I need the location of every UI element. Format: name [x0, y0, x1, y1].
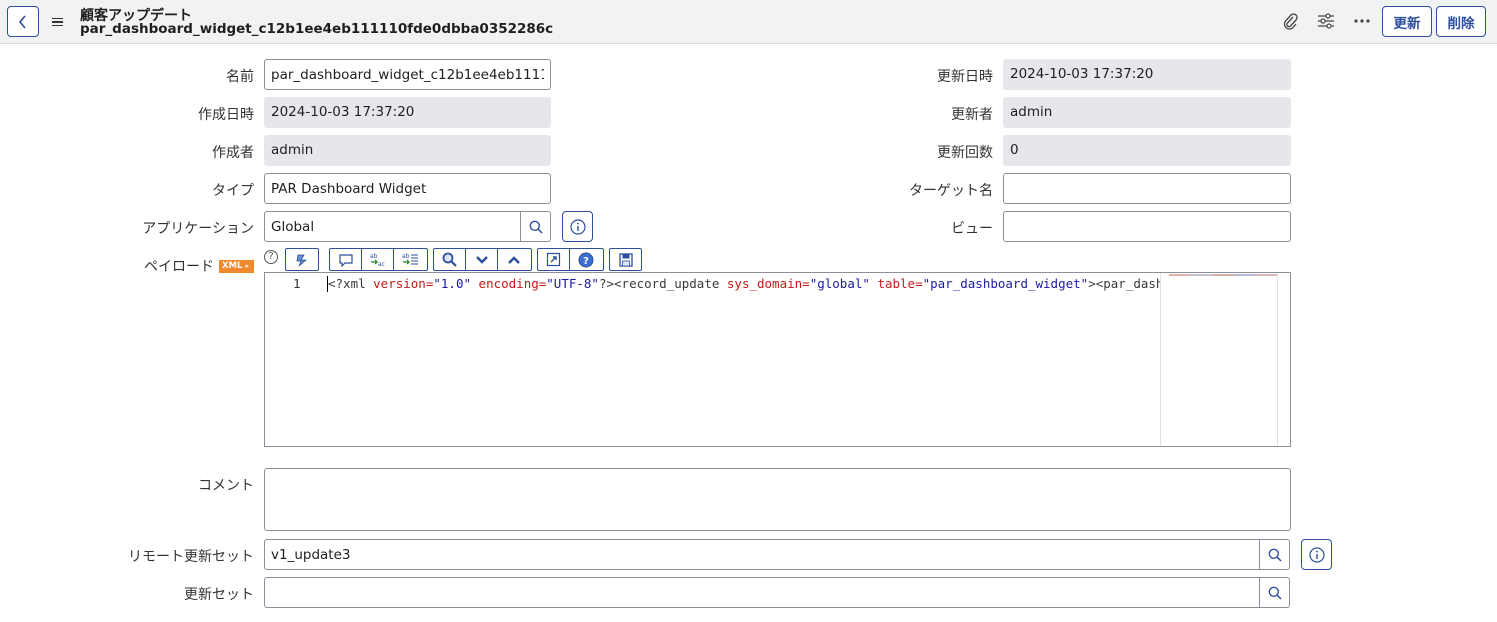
toolbar-group-format: [285, 248, 319, 271]
view-input[interactable]: [1003, 211, 1291, 242]
svg-text:ab: ab: [370, 253, 378, 260]
code-token: "1.0": [433, 276, 472, 291]
application-label: アプリケーション: [142, 221, 254, 237]
updated-field: 2024-10-03 17:37:20: [1003, 59, 1291, 90]
remote-update-set-search-button[interactable]: [1259, 539, 1290, 570]
code-line[interactable]: <?xml version="1.0" encoding="UTF-8"?><r…: [328, 276, 1160, 291]
update-button[interactable]: 更新: [1382, 6, 1432, 37]
record-name: par_dashboard_widget_c12b1ee4eb111110fde…: [80, 21, 554, 37]
remote-update-set-info-button[interactable]: [1301, 539, 1332, 570]
delete-button[interactable]: 削除: [1436, 6, 1486, 37]
payload-label: ペイロード: [144, 259, 214, 275]
xml-badge: XML ▸: [219, 260, 254, 273]
code-token: "par_dashboard_widget": [922, 276, 1089, 291]
help-icon[interactable]: ?: [570, 249, 602, 270]
search-icon[interactable]: [434, 249, 466, 270]
info-icon: [569, 218, 586, 235]
target-name-input[interactable]: [1003, 173, 1291, 204]
toolbar-group-edit: ab ac ab: [329, 248, 428, 271]
replace-icon[interactable]: ab ac: [362, 249, 394, 270]
form-header: 顧客アップデート par_dashboard_widget_c12b1ee4eb…: [0, 0, 1497, 44]
code-token: <?xml: [328, 276, 374, 291]
code-token: "global": [809, 276, 870, 291]
code-token: ><par_dashboard_widget: [1088, 276, 1160, 291]
update-count-label: 更新回数: [937, 145, 993, 161]
chevron-down-icon[interactable]: [466, 249, 498, 270]
editor-minimap[interactable]: [1160, 273, 1278, 446]
remote-update-set-label: リモート更新セット: [128, 549, 254, 565]
chevron-left-icon: [18, 14, 26, 29]
search-icon: [1268, 548, 1282, 562]
toolbar-group-save: [609, 248, 642, 271]
update-set-label: 更新セット: [184, 587, 254, 603]
created-by-field: admin: [264, 135, 551, 166]
search-icon: [529, 220, 543, 234]
sliders-icon[interactable]: [1315, 10, 1337, 32]
name-label: 名前: [226, 69, 254, 85]
update-count-field: 0: [1003, 135, 1291, 166]
updated-label: 更新日時: [937, 69, 993, 85]
toolbar-group-view: ?: [537, 248, 604, 271]
line-number: 1: [293, 276, 301, 291]
hamburger-icon[interactable]: [52, 13, 66, 31]
created-field: 2024-10-03 17:37:20: [264, 97, 551, 128]
remote-update-set-input[interactable]: [264, 539, 1260, 570]
more-icon[interactable]: [1351, 10, 1373, 32]
created-label: 作成日時: [198, 107, 254, 123]
fullscreen-icon[interactable]: [538, 249, 570, 270]
application-info-button[interactable]: [562, 211, 593, 242]
format-icon[interactable]: [286, 249, 318, 270]
comment-icon[interactable]: [330, 249, 362, 270]
comment-label: コメント: [198, 478, 254, 494]
search-icon: [1268, 586, 1282, 600]
save-icon[interactable]: [610, 249, 641, 270]
name-input[interactable]: [264, 59, 551, 90]
svg-text:ac: ac: [378, 261, 385, 268]
view-label: ビュー: [951, 221, 993, 237]
toolbar-group-search: [433, 248, 532, 271]
application-search-button[interactable]: [520, 211, 551, 242]
update-set-input[interactable]: [264, 577, 1260, 608]
target-name-label: ターゲット名: [909, 183, 993, 199]
svg-text:?: ?: [583, 256, 589, 267]
created-by-label: 作成者: [212, 145, 254, 161]
chevron-up-icon[interactable]: [498, 249, 530, 270]
back-button[interactable]: [7, 6, 39, 37]
type-input[interactable]: [264, 173, 551, 204]
code-token: sys_domain=: [726, 276, 810, 291]
info-icon: [1308, 546, 1325, 563]
code-token: version=: [373, 276, 434, 291]
payload-code-editor[interactable]: 1 <?xml version="1.0" encoding="UTF-8"?>…: [264, 272, 1291, 447]
application-input[interactable]: [264, 211, 521, 242]
updated-by-label: 更新者: [951, 107, 993, 123]
editor-gutter: [265, 273, 321, 446]
payload-help-icon[interactable]: ?: [264, 250, 278, 264]
code-token: "UTF-8": [546, 276, 599, 291]
type-label: タイプ: [212, 183, 254, 199]
code-token: encoding=: [478, 276, 547, 291]
code-token: table=: [877, 276, 923, 291]
svg-text:ab: ab: [402, 253, 410, 260]
replace-all-icon[interactable]: ab: [394, 249, 426, 270]
comment-textarea[interactable]: [264, 468, 1291, 531]
code-token: ?><record_update: [598, 276, 727, 291]
updated-by-field: admin: [1003, 97, 1291, 128]
update-set-search-button[interactable]: [1259, 577, 1290, 608]
paperclip-icon[interactable]: [1279, 10, 1301, 32]
